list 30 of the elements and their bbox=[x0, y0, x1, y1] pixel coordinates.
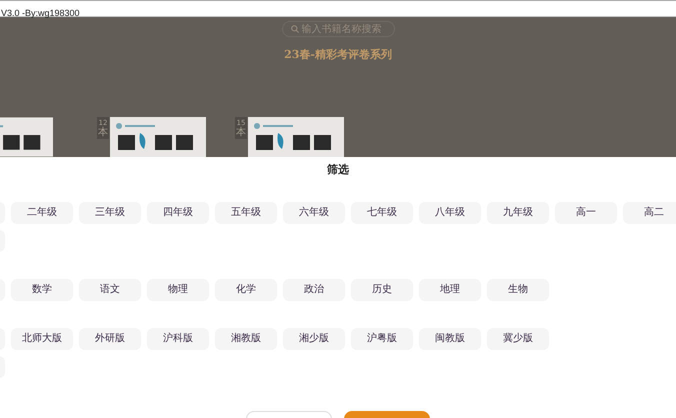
filter-chip[interactable]: 冀少版 bbox=[487, 328, 549, 350]
filter-chip[interactable]: 语文 bbox=[79, 279, 141, 301]
filter-chip[interactable]: 五年级 bbox=[215, 202, 277, 224]
filter-chip[interactable]: 二年级 bbox=[11, 202, 73, 224]
filter-chip[interactable]: 数学 bbox=[11, 279, 73, 301]
window-title: V3.0 -By:wg198300 bbox=[0, 8, 80, 18]
sheet-title: 筛选 bbox=[326, 162, 350, 178]
filter-chip[interactable]: 物理 bbox=[147, 279, 209, 301]
filter-chip[interactable]: 外研版 bbox=[79, 328, 141, 350]
filter-chip[interactable]: 化学 bbox=[215, 279, 277, 301]
series-heading: 23春-精彩考评卷系列 bbox=[284, 47, 392, 62]
filter-chip[interactable]: 九年级 bbox=[487, 202, 549, 224]
filter-chip[interactable]: 沪科版 bbox=[147, 328, 209, 350]
filter-chip[interactable]: 湘教版 bbox=[215, 328, 277, 350]
filter-chip[interactable]: 湘少版 bbox=[283, 328, 345, 350]
filter-chip[interactable]: 高二 bbox=[623, 202, 676, 224]
filter-chip[interactable]: 四年级 bbox=[147, 202, 209, 224]
filter-chip[interactable]: 政治 bbox=[283, 279, 345, 301]
filter-chip[interactable]: 六年级 bbox=[283, 202, 345, 224]
filter-chip[interactable]: 闽教版 bbox=[419, 328, 481, 350]
filter-chip[interactable]: 八年级 bbox=[419, 202, 481, 224]
filter-chip[interactable]: 生物 bbox=[487, 279, 549, 301]
search-icon bbox=[290, 25, 298, 33]
filter-chip[interactable]: 高一 bbox=[555, 202, 617, 224]
filter-chip[interactable]: 北师大版 bbox=[11, 328, 73, 350]
filter-chip[interactable]: 历史 bbox=[351, 279, 413, 301]
filter-chip[interactable]: 沪粤版 bbox=[351, 328, 413, 350]
filter-chip[interactable]: 地理 bbox=[419, 279, 481, 301]
filter-chip[interactable]: 三年级 bbox=[79, 202, 141, 224]
filter-chip[interactable]: 七年级 bbox=[351, 202, 413, 224]
